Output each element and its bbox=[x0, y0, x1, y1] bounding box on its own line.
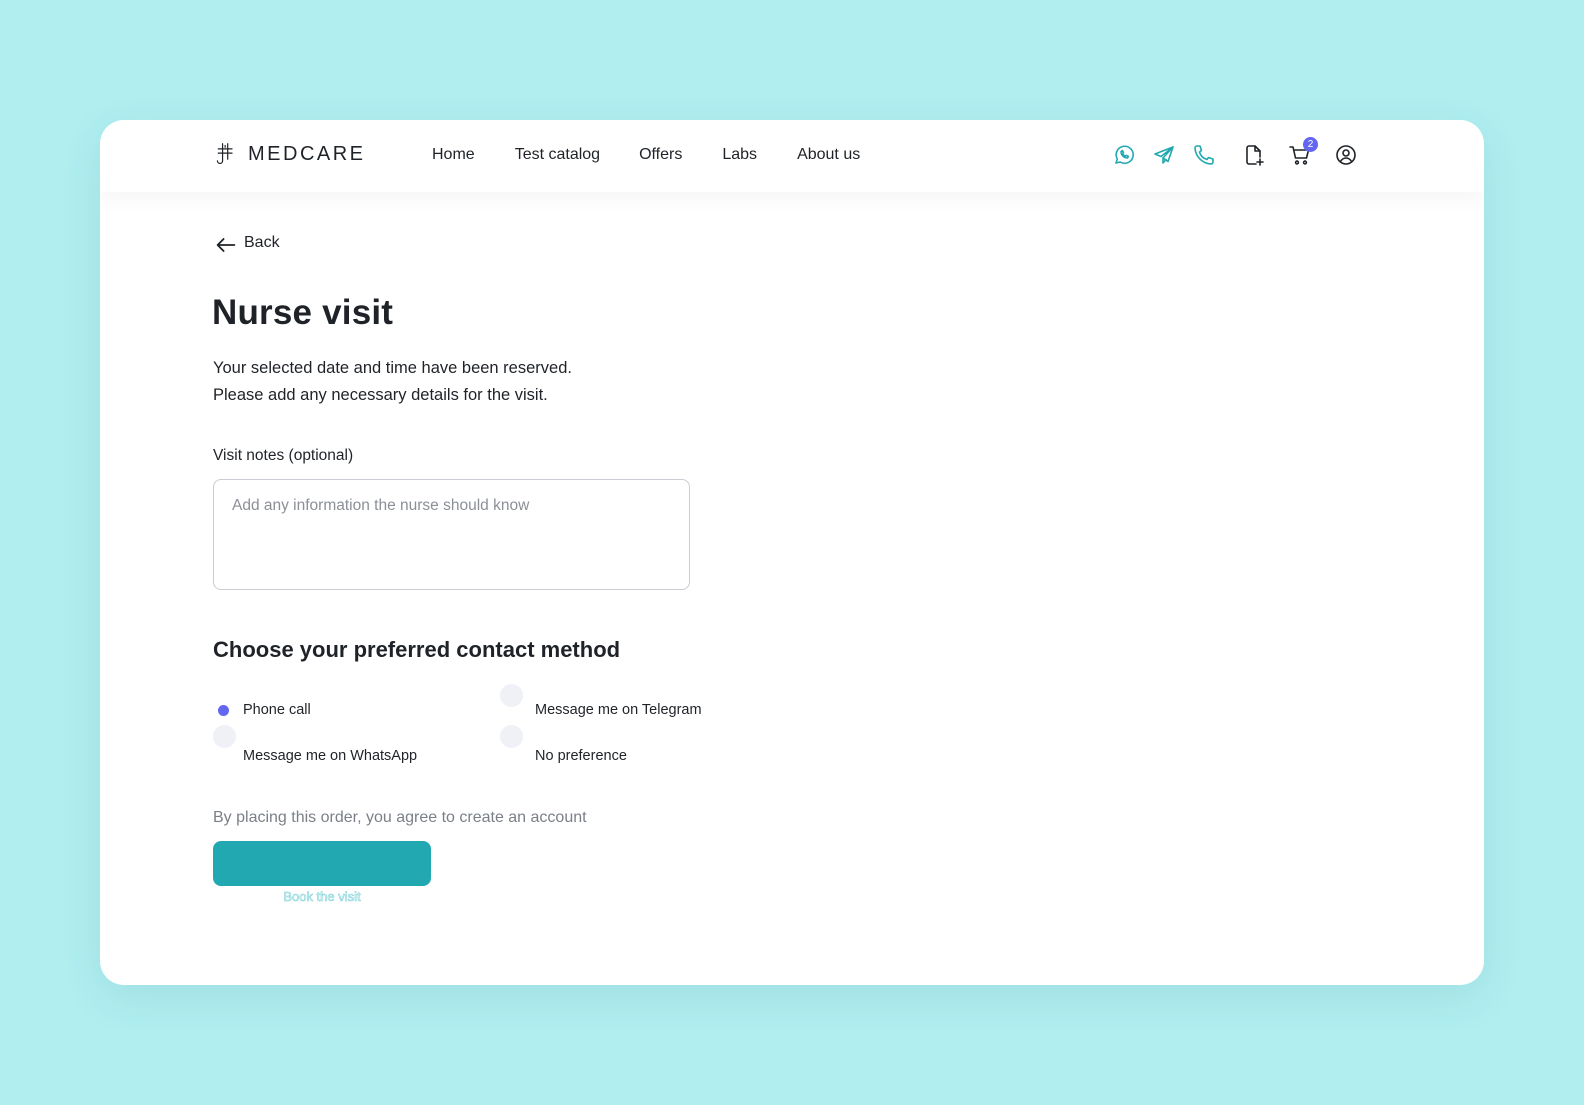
nav-home[interactable]: Home bbox=[432, 146, 475, 164]
radio-label-no-preference: No preference bbox=[535, 748, 627, 764]
back-label: Back bbox=[244, 234, 280, 251]
subtitle-line-2: Please add any necessary details for the… bbox=[213, 386, 548, 404]
radio-selected-indicator[interactable] bbox=[218, 705, 229, 716]
add-file-icon[interactable] bbox=[1242, 143, 1266, 167]
radio-unselected-indicator[interactable] bbox=[500, 725, 523, 748]
user-icons: 2 bbox=[1242, 137, 1358, 167]
phone-icon[interactable] bbox=[1192, 143, 1216, 167]
back-link[interactable]: Back bbox=[214, 233, 280, 253]
page-title: Nurse visit bbox=[212, 293, 394, 332]
nav-offers[interactable]: Offers bbox=[639, 146, 682, 164]
main-nav: Home Test catalog Offers Labs About us bbox=[432, 146, 900, 164]
book-visit-button[interactable] bbox=[213, 841, 431, 886]
brand-logo[interactable]: MEDCARE bbox=[214, 142, 366, 166]
telegram-icon[interactable] bbox=[1152, 143, 1176, 167]
page-subtitle: Your selected date and time have been re… bbox=[213, 355, 572, 409]
radio-unselected-indicator[interactable] bbox=[213, 725, 236, 748]
book-visit-label[interactable]: Book the visit bbox=[213, 889, 431, 905]
radio-label-telegram: Message me on Telegram bbox=[535, 702, 702, 718]
account-agreement-text: By placing this order, you agree to crea… bbox=[213, 809, 587, 826]
main-card: MEDCARE Home Test catalog Offers Labs Ab… bbox=[100, 120, 1484, 985]
visit-notes-input[interactable] bbox=[213, 479, 690, 590]
nav-labs[interactable]: Labs bbox=[722, 146, 757, 164]
cart-icon[interactable]: 2 bbox=[1288, 137, 1318, 167]
contact-icons bbox=[1112, 143, 1216, 167]
contact-method-heading: Choose your preferred contact method bbox=[213, 637, 621, 662]
subtitle-line-1: Your selected date and time have been re… bbox=[213, 359, 572, 377]
top-navigation-bar: MEDCARE Home Test catalog Offers Labs Ab… bbox=[100, 120, 1484, 192]
account-icon[interactable] bbox=[1334, 143, 1358, 167]
nav-test-catalog[interactable]: Test catalog bbox=[515, 146, 600, 164]
radio-label-phone-call: Phone call bbox=[243, 702, 311, 718]
cart-count-badge: 2 bbox=[1303, 137, 1318, 152]
medcare-logo-icon bbox=[214, 142, 238, 166]
whatsapp-icon[interactable] bbox=[1112, 143, 1136, 167]
brand-name: MEDCARE bbox=[248, 142, 366, 165]
radio-unselected-indicator[interactable] bbox=[500, 684, 523, 707]
arrow-left-icon bbox=[214, 233, 236, 253]
radio-label-whatsapp: Message me on WhatsApp bbox=[243, 748, 418, 764]
nav-about-us[interactable]: About us bbox=[797, 146, 860, 164]
visit-notes-label: Visit notes (optional) bbox=[213, 447, 354, 464]
